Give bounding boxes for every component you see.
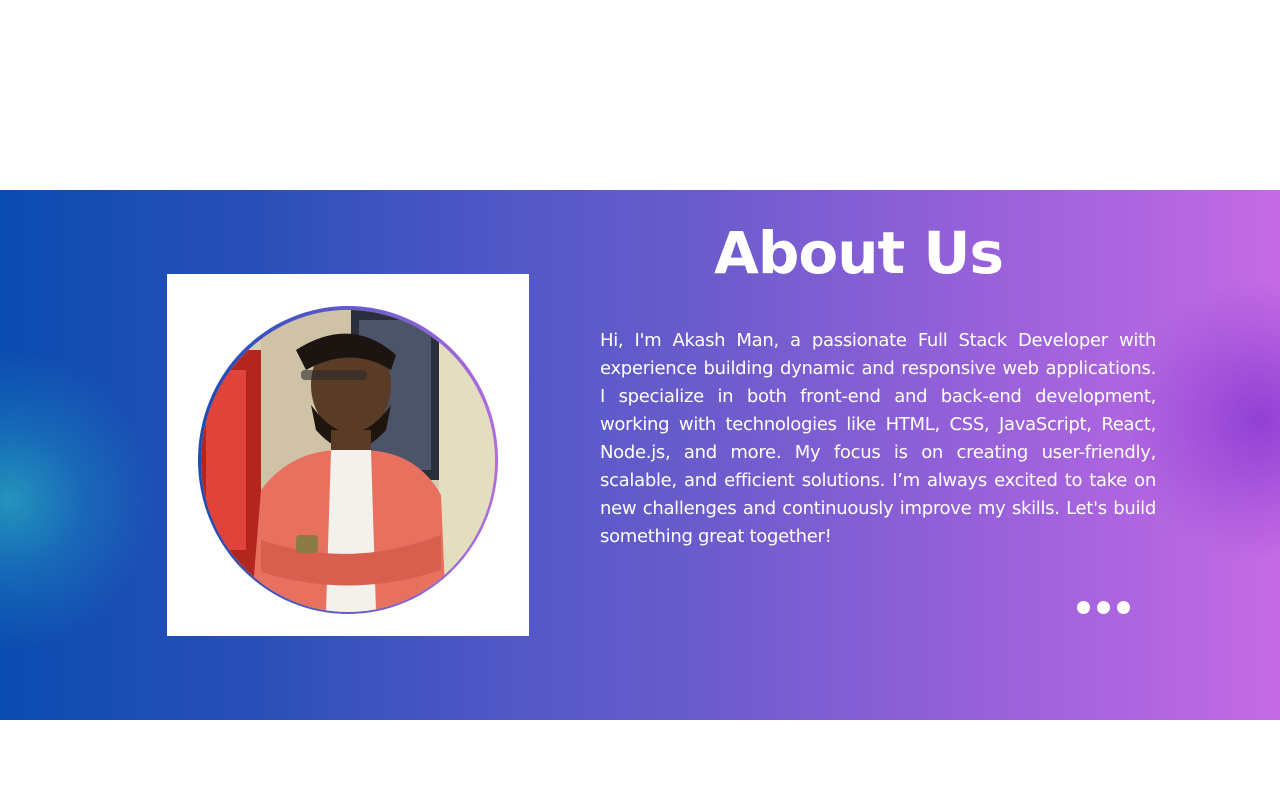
about-section: About Us Hi, I'm Akash Man, a passionate… [0, 190, 1280, 720]
carousel-dots [1077, 601, 1130, 614]
page: About Us Hi, I'm Akash Man, a passionate… [0, 0, 1280, 800]
carousel-dot-3[interactable] [1117, 601, 1130, 614]
carousel-dot-1[interactable] [1077, 601, 1090, 614]
about-description: Hi, I'm Akash Man, a passionate Full Sta… [600, 330, 1156, 547]
profile-photo [201, 310, 495, 612]
about-title: About Us [713, 219, 1004, 287]
decorative-glow-left [0, 350, 160, 650]
profile-photo-card [167, 274, 529, 636]
profile-photo-ring [198, 306, 498, 614]
carousel-dot-2[interactable] [1097, 601, 1110, 614]
profile-photo-image [201, 310, 495, 612]
